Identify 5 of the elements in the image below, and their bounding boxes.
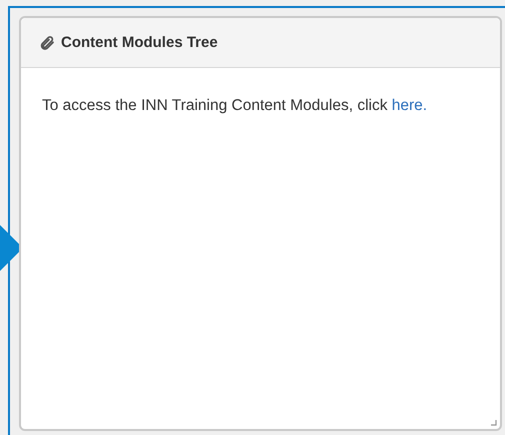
resize-grip-icon[interactable] xyxy=(491,420,497,426)
access-instructions: To access the INN Training Content Modules, click here. xyxy=(42,96,428,116)
paperclip-icon xyxy=(39,34,55,50)
here-link[interactable]: here. xyxy=(392,97,428,114)
panel-title: Content Modules Tree xyxy=(61,34,218,51)
